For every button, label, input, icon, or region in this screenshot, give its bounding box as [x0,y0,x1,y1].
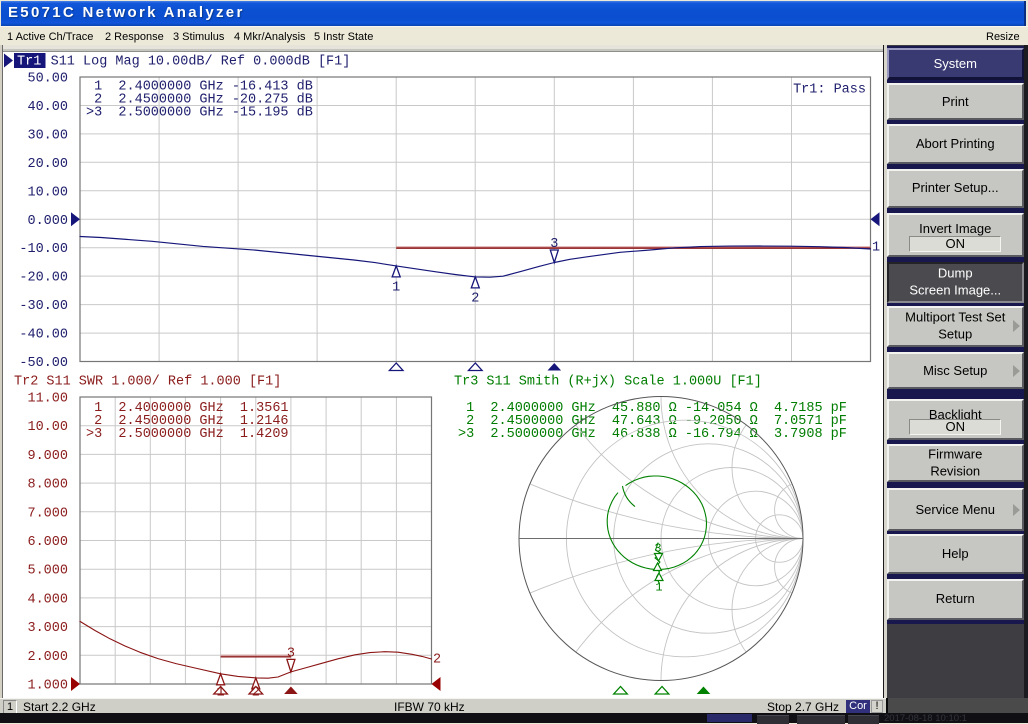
svg-text:7.000: 7.000 [27,506,68,521]
svg-text:Tr3 S11 Smith (R+jX) Scale 1.0: Tr3 S11 Smith (R+jX) Scale 1.000U [F1] [454,375,762,390]
svg-text:3: 3 [550,237,558,252]
svg-text:-20.00: -20.00 [19,271,68,286]
svg-text:11.00: 11.00 [27,392,68,407]
svg-text:Tr2 S11 SWR 1.000/ Ref 1.000 [: Tr2 S11 SWR 1.000/ Ref 1.000 [F1] [14,375,281,390]
svg-text:S11 Log Mag 10.00dB/ Ref 0.000: S11 Log Mag 10.00dB/ Ref 0.000dB [F1] [43,55,351,70]
svg-text:2: 2 [471,292,479,307]
svg-text:-40.00: -40.00 [19,328,68,343]
svg-text:1: 1 [872,241,880,256]
svg-text:3: 3 [287,647,295,662]
svg-text:-10.00: -10.00 [19,242,68,257]
svg-text:10.00: 10.00 [27,420,68,435]
svg-text:1: 1 [392,281,400,296]
svg-text:30.00: 30.00 [27,128,68,143]
svg-text:>3 2.5000000 GHz -15.195 dB: >3 2.5000000 GHz -15.195 dB [86,106,313,121]
svg-text:3.000: 3.000 [27,621,68,636]
svg-text:6.000: 6.000 [27,535,68,550]
svg-text:-30.00: -30.00 [19,299,68,314]
svg-text:40.00: 40.00 [27,100,68,115]
svg-text:0.000: 0.000 [27,214,68,229]
svg-text:Tr1: Tr1 [17,55,41,70]
svg-text:2.000: 2.000 [27,650,68,665]
svg-text:1.000: 1.000 [27,679,68,694]
svg-text:>3 2.5000000 GHz 1.4209: >3 2.5000000 GHz 1.4209 [86,427,289,442]
svg-text:10.00: 10.00 [27,185,68,200]
svg-text:8.000: 8.000 [27,478,68,493]
svg-text:50.00: 50.00 [27,72,68,87]
svg-text:1: 1 [655,581,662,595]
svg-text:2: 2 [433,653,441,668]
svg-text:-50.00: -50.00 [19,356,68,371]
svg-text:5.000: 5.000 [27,564,68,579]
svg-text:9.000: 9.000 [27,449,68,464]
svg-text:4.000: 4.000 [27,592,68,607]
svg-text:>3 2.5000000 GHz 46.838 Ω -1: >3 2.5000000 GHz 46.838 Ω -16.794 Ω 3.79… [458,427,847,442]
svg-text:20.00: 20.00 [27,157,68,172]
svg-text:Tr1: Pass: Tr1: Pass [793,83,866,98]
